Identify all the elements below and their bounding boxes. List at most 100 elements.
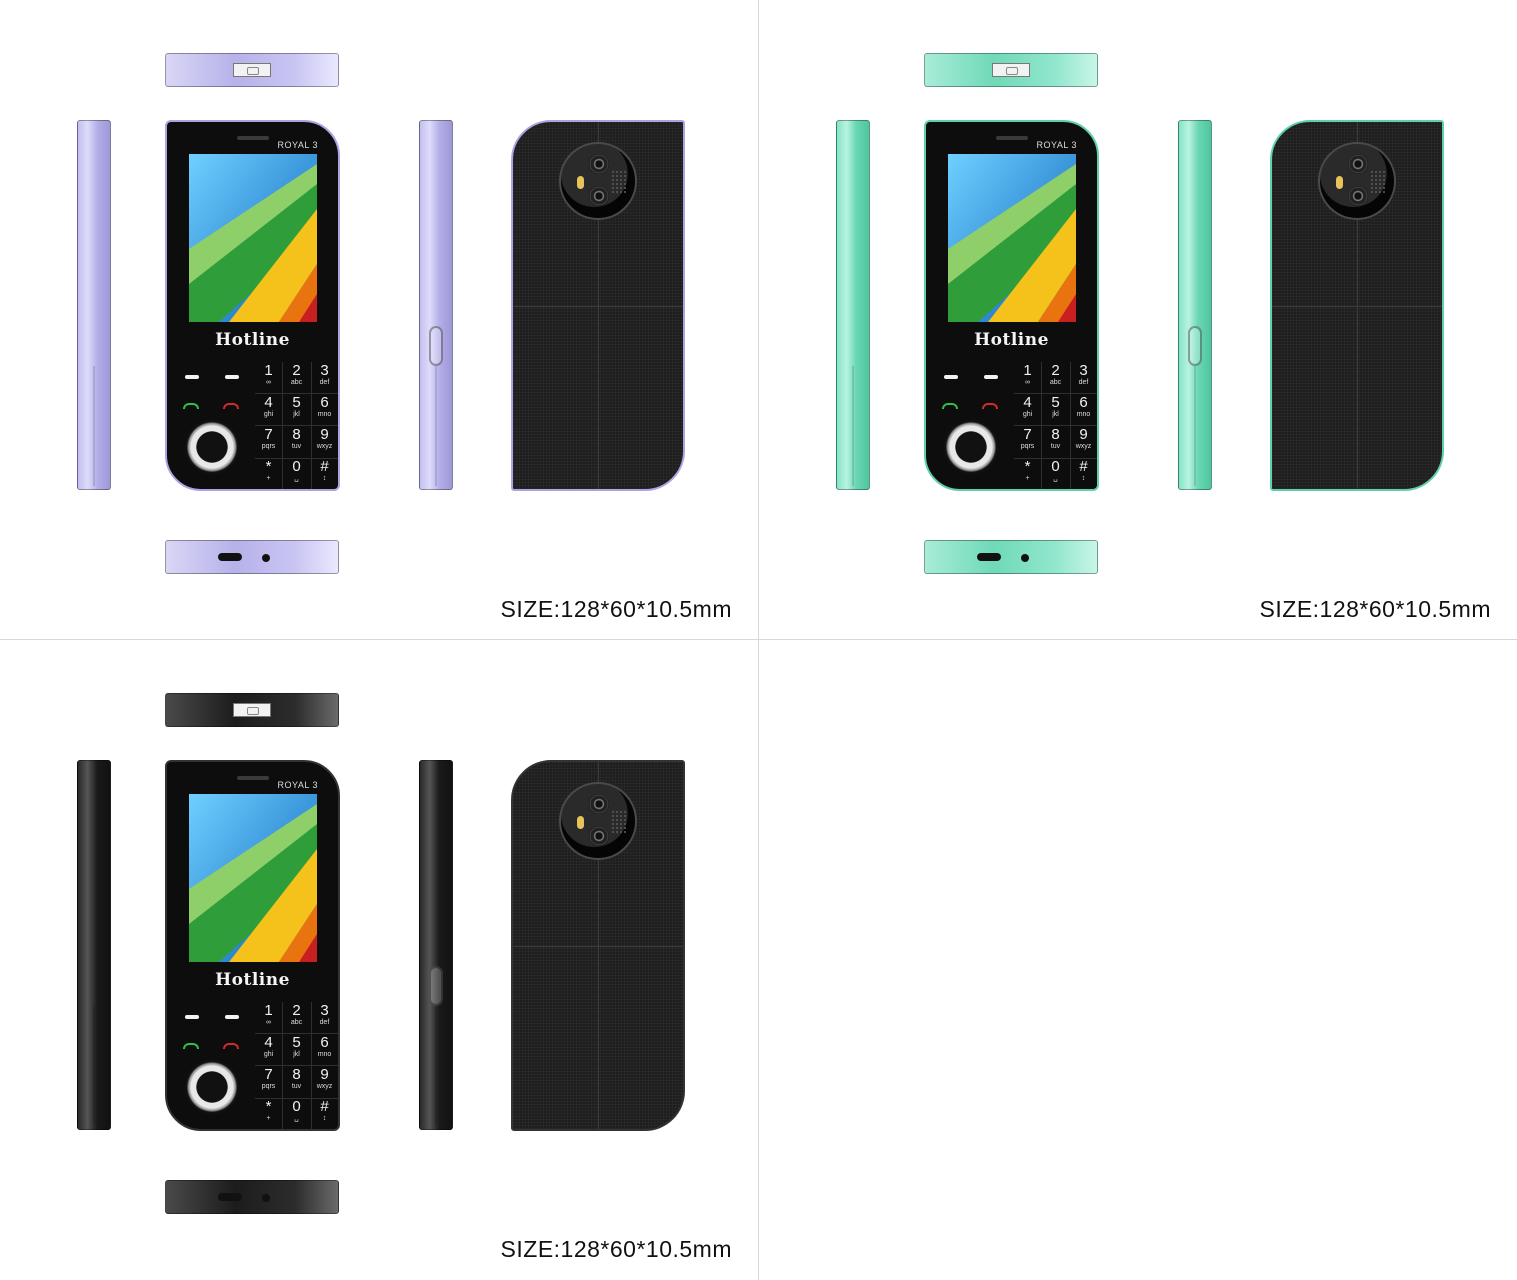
key-5: 5 jkl (283, 395, 310, 426)
key-number: 8 (1051, 426, 1060, 443)
speaker-grill-icon (1370, 170, 1386, 194)
key-number: 3 (1079, 362, 1088, 379)
key-number: # (320, 1098, 329, 1115)
call-key-icon (183, 403, 199, 409)
model-label: ROYAL 3 (277, 780, 318, 790)
keypad: 1 ∞ 2 abc 3 def 4 ghi 5 jkl 6 mno 7 pqrs 8 tuv 9 wxyz * +0 ␣… (167, 1002, 338, 1129)
right-soft-key (225, 1015, 239, 1019)
key-letters: + (266, 475, 271, 482)
side-seam-line (435, 1006, 437, 1126)
phone-left-side-view (836, 120, 870, 490)
key-7: 7 pqrs (255, 1067, 282, 1098)
variant-panel-black: ROYAL 3 Hotline 1 ∞ 2 abc 3 def 4 ghi 5 … (0, 640, 758, 1279)
key-letters: wxyz (316, 443, 333, 450)
key-number: 3 (320, 362, 329, 379)
end-call-key-icon (982, 403, 998, 409)
key-number: 6 (1079, 394, 1088, 411)
wallpaper-graphic (948, 154, 1076, 322)
key-letters: wxyz (316, 1083, 333, 1090)
phone-screen (189, 794, 317, 962)
key-8: 8 tuv (283, 427, 310, 458)
side-button (1188, 326, 1202, 366)
side-seam-line (435, 366, 437, 486)
key-4: 4 ghi (1014, 395, 1041, 426)
side-button (429, 326, 443, 366)
key-number: 4 (264, 1034, 273, 1051)
key-hash: # ↕ (311, 458, 338, 489)
navigation-ring (185, 1060, 239, 1114)
key-number: 6 (320, 394, 329, 411)
key-letters: jkl (293, 411, 300, 418)
size-label: SIZE:128*60*10.5mm (1259, 596, 1491, 622)
key-letters: ↕ (1081, 475, 1086, 482)
headphone-jack-icon (1021, 554, 1029, 562)
key-letters: tuv (291, 443, 302, 450)
phone-right-side-view (419, 760, 453, 1130)
left-soft-key (944, 375, 958, 379)
key-letters: def (319, 379, 330, 386)
key-letters: def (319, 1019, 330, 1026)
key-number: 4 (264, 394, 273, 411)
key-number: 7 (1023, 426, 1032, 443)
key-hash: # ↕ (311, 1098, 338, 1129)
key-letters: + (1025, 475, 1030, 482)
phone-screen (189, 154, 317, 322)
end-call-key-icon (223, 403, 239, 409)
phone-bottom-edge-view (924, 540, 1098, 574)
size-label: SIZE:128*60*10.5mm (500, 596, 732, 622)
key-3: 3 def (1070, 363, 1097, 394)
key-number: 0 (292, 458, 301, 475)
key-letters: mno (1076, 411, 1091, 418)
key-letters: ␣ (1053, 475, 1058, 482)
key-number: 4 (1023, 394, 1032, 411)
brand-logo: Hotline (215, 970, 290, 990)
key-number: 6 (320, 1034, 329, 1051)
key-number: 1 (264, 362, 273, 379)
key-number: 2 (292, 1002, 301, 1019)
key-3: 3 def (311, 1003, 338, 1034)
key-letters: abc (1049, 379, 1062, 386)
navigation-ring (185, 420, 239, 474)
key-4: 4 ghi (255, 1035, 282, 1066)
key-number: # (320, 458, 329, 475)
variant-panel-mint: ROYAL 3 Hotline 1 ∞ 2 abc 3 def 4 ghi 5 … (759, 0, 1517, 639)
phone-screen (948, 154, 1076, 322)
key-4: 4 ghi (255, 395, 282, 426)
key-letters: ↕ (322, 475, 327, 482)
key-number: 5 (292, 394, 301, 411)
camera-lens-icon (589, 154, 609, 174)
key-1: 1 ∞ (255, 363, 282, 394)
key-number: 7 (264, 426, 273, 443)
key-letters: pqrs (1020, 443, 1035, 450)
variant-panel-lavender: ROYAL 3 Hotline 1 ∞ 2 abc 3 def 4 ghi 5 … (0, 0, 758, 639)
brand-logo: Hotline (974, 330, 1049, 350)
wallpaper-graphic (189, 154, 317, 322)
phone-top-edge-view (924, 53, 1098, 87)
key-hash: # ↕ (1070, 459, 1097, 489)
phone-top-edge-view (165, 53, 339, 87)
phone-left-side-view (77, 120, 111, 490)
key-letters: ↕ (322, 1115, 327, 1122)
phone-back-view (511, 120, 685, 491)
key-letters: ∞ (266, 1019, 271, 1026)
key-letters: ghi (263, 411, 274, 418)
usb-port-icon (218, 553, 242, 561)
key-star: * + (255, 459, 282, 489)
side-seam-line (93, 1006, 95, 1126)
flash-led-icon (1336, 176, 1343, 189)
key-number: 9 (320, 426, 329, 443)
key-star: * + (1014, 459, 1041, 489)
key-5: 5 jkl (283, 1035, 310, 1066)
phone-back-view (1270, 120, 1444, 491)
key-number: 3 (320, 1002, 329, 1019)
phone-left-side-view (77, 760, 111, 1130)
side-seam-line (1194, 366, 1196, 486)
key-number: 0 (292, 1098, 301, 1115)
key-letters: mno (317, 1051, 332, 1058)
key-6: 6 mno (311, 1035, 338, 1066)
back-seam-horizontal (513, 946, 683, 947)
earpiece-icon (237, 776, 269, 780)
phone-top-edge-view (165, 693, 339, 727)
key-1: 1 ∞ (255, 1003, 282, 1034)
key-letters: mno (317, 411, 332, 418)
